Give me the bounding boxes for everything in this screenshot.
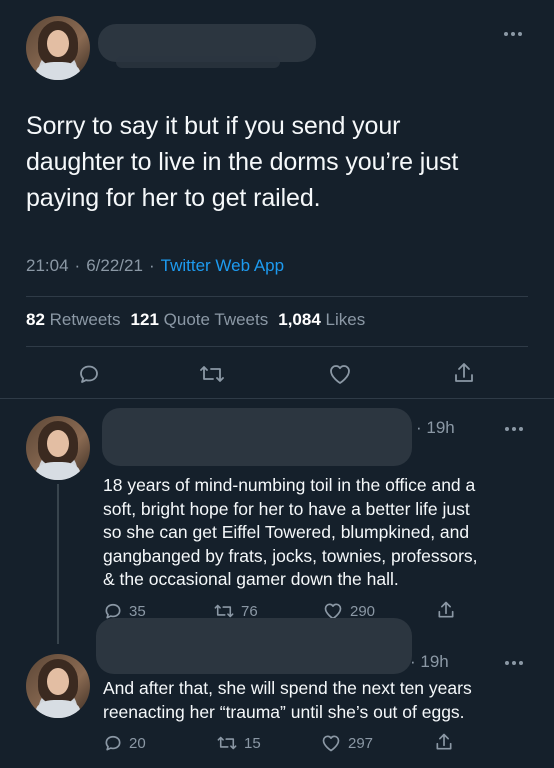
more-dots-icon[interactable]	[504, 660, 524, 666]
meta-separator: ·	[148, 256, 155, 275]
retweet-count: 15	[244, 734, 261, 752]
reply-text-line: soft, bright hope for her to have a bett…	[103, 498, 470, 519]
reply-text-line: gangbanged by frats, jocks, townies, pro…	[103, 545, 478, 566]
share-upload-icon	[438, 601, 454, 618]
retweets-stat[interactable]: 82 Retweets	[26, 310, 121, 330]
reply-text: 18 years of mind-numbing toil in the off…	[103, 474, 543, 592]
divider	[26, 296, 528, 297]
like-count: 290	[350, 602, 376, 620]
reply-reply-button[interactable]: 20	[103, 733, 146, 753]
redacted-reply-author	[102, 408, 412, 466]
divider	[0, 398, 554, 399]
retweets-label: Retweets	[49, 310, 121, 329]
tweet-meta: 21:04 · 6/22/21 · Twitter Web App	[26, 256, 284, 276]
tweet-source-link[interactable]: Twitter Web App	[161, 256, 284, 276]
heart-icon	[330, 365, 350, 384]
reply-time[interactable]: · 19h	[410, 652, 449, 672]
share-upload-icon	[436, 733, 452, 750]
tweet-text-line: daughter to live in the dorms you’re jus…	[26, 148, 459, 176]
likes-count: 1,084	[278, 310, 321, 329]
divider	[26, 346, 528, 347]
share-upload-icon	[455, 363, 473, 382]
retweet-arrows-icon	[217, 736, 237, 750]
author-avatar[interactable]	[26, 16, 90, 80]
redacted-reply-author	[96, 618, 412, 674]
reply-retweet-button[interactable]: 15	[216, 733, 261, 753]
reply-text-line: 18 years of mind-numbing toil in the off…	[103, 475, 476, 495]
reply-avatar[interactable]	[26, 654, 90, 718]
meta-separator: ·	[74, 256, 81, 275]
retweet-count: 76	[241, 602, 258, 620]
tweet-text-line: Sorry to say it but if you send your	[26, 112, 401, 140]
heart-icon	[322, 735, 340, 752]
thread-line	[57, 484, 59, 644]
reply-count: 35	[129, 602, 146, 620]
quotes-stat[interactable]: 121 Quote Tweets	[131, 310, 269, 330]
tweet-date[interactable]: 6/22/21	[86, 256, 143, 276]
reply-text-line: And after that, she will spend the next …	[103, 678, 472, 698]
likes-label: Likes	[325, 310, 366, 329]
like-button[interactable]	[327, 362, 353, 386]
reply-button[interactable]	[77, 362, 101, 386]
tweet-stats: 82 Retweets 121 Quote Tweets 1,084 Likes	[26, 310, 365, 330]
reply-share-button[interactable]	[434, 731, 454, 753]
tweet-time[interactable]: 21:04	[26, 256, 69, 276]
reply-avatar[interactable]	[26, 416, 90, 480]
like-count: 297	[348, 734, 374, 752]
reply-text-line: so she can get Eiffel Towered, blumpkine…	[103, 522, 470, 542]
redacted-author-handle	[116, 56, 280, 68]
reply-share-button[interactable]	[436, 599, 456, 621]
quotes-label: Quote Tweets	[163, 310, 269, 329]
tweet-text-line: paying for her to get railed.	[26, 184, 321, 212]
retweets-count: 82	[26, 310, 45, 329]
reply-like-button[interactable]: 297	[320, 733, 373, 753]
speech-bubble-icon	[105, 735, 121, 751]
reply-time[interactable]: · 19h	[416, 418, 455, 438]
speech-bubble-icon	[80, 365, 98, 383]
more-dots-icon[interactable]	[502, 30, 524, 38]
reply-text-line: reenacting her “trauma” until she’s out …	[103, 701, 465, 722]
retweet-arrows-icon	[200, 366, 224, 382]
quotes-count: 121	[130, 310, 159, 329]
tweet-text: Sorry to say it but if you send your dau…	[26, 108, 536, 216]
more-dots-icon[interactable]	[504, 426, 524, 432]
reply-count: 20	[129, 734, 146, 752]
retweet-button[interactable]	[198, 362, 226, 386]
share-button[interactable]	[452, 360, 476, 386]
likes-stat[interactable]: 1,084 Likes	[278, 310, 365, 330]
reply-text: And after that, she will spend the next …	[103, 677, 543, 724]
reply-text-line: & the occasional gamer down the hall.	[103, 569, 399, 589]
